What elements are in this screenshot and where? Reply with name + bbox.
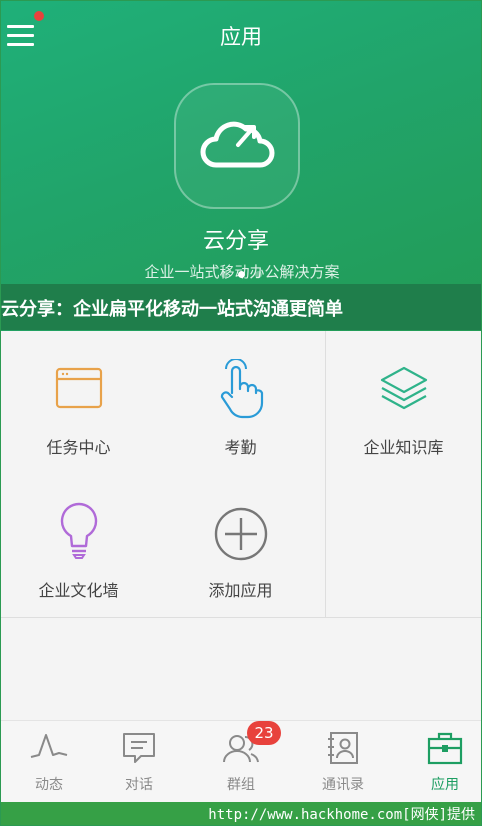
announcement-ticker[interactable]: 云分享：企业扁平化移动一站式沟通更简单 xyxy=(1,284,481,330)
chat-icon xyxy=(123,733,155,763)
app-label: 企业知识库 xyxy=(363,438,444,457)
apps-briefcase-icon xyxy=(427,732,463,765)
tab-chat[interactable]: 对话 xyxy=(91,721,187,803)
notification-dot xyxy=(34,11,44,21)
footer-text: http://www.hackhome.com[网侠]提供 xyxy=(208,807,475,823)
hero-banner[interactable]: 应用 云分享 企业一站式移动办公解决方案 云分享：企业扁平化移动一站式沟通更简单 xyxy=(1,1,481,331)
task-center-icon xyxy=(55,367,102,409)
app-label: 考勤 xyxy=(224,438,257,457)
ticker-text: 云分享：企业扁平化移动一站式沟通更简单 xyxy=(1,299,343,320)
add-app-icon xyxy=(214,507,267,561)
group-unread-badge: 23 xyxy=(247,721,281,745)
app-description: 企业一站式移动办公解决方案 xyxy=(144,263,340,281)
app-attendance[interactable]: 考勤 xyxy=(156,331,326,475)
tab-label: 群组 xyxy=(227,777,255,793)
tab-activity[interactable]: 动态 xyxy=(1,721,97,803)
cloud-share-icon xyxy=(200,121,275,168)
app-label: 任务中心 xyxy=(46,438,111,457)
app-culture-wall[interactable]: 企业文化墙 xyxy=(1,474,157,618)
app-add[interactable]: 添加应用 xyxy=(156,474,326,618)
tab-apps[interactable]: 应用 xyxy=(397,721,481,803)
tab-label: 动态 xyxy=(35,777,63,793)
app-label: 添加应用 xyxy=(208,581,273,600)
app-knowledge-base[interactable]: 企业知识库 xyxy=(326,331,481,475)
tab-contacts[interactable]: 通讯录 xyxy=(295,721,391,803)
bottom-tab-bar: 动态 对话 群组 通讯录 应用 xyxy=(1,720,481,803)
app-grid: 任务中心 考勤 企业知识库 企业文化墙 添加应用 xyxy=(1,331,481,618)
app-task-center[interactable]: 任务中心 xyxy=(1,331,157,475)
tab-label: 对话 xyxy=(125,777,153,793)
app-label: 企业文化墙 xyxy=(38,581,119,600)
tab-label: 通讯录 xyxy=(322,777,364,793)
app-name: 云分享 xyxy=(202,229,269,254)
cloud-share-app-tile[interactable] xyxy=(174,83,300,209)
page-title: 应用 xyxy=(220,25,262,49)
contacts-icon xyxy=(328,732,358,764)
attendance-hand-icon xyxy=(220,359,263,419)
knowledge-layers-icon xyxy=(380,366,427,410)
activity-icon xyxy=(30,734,68,758)
watermark-footer: http://www.hackhome.com[网侠]提供 xyxy=(1,802,481,825)
empty-cell xyxy=(326,474,481,618)
app-screen: 应用 云分享 企业一站式移动办公解决方案 云分享：企业扁平化移动一站式沟通更简单 xyxy=(0,0,482,826)
tab-label: 应用 xyxy=(431,777,459,793)
culture-bulb-icon xyxy=(60,502,97,559)
